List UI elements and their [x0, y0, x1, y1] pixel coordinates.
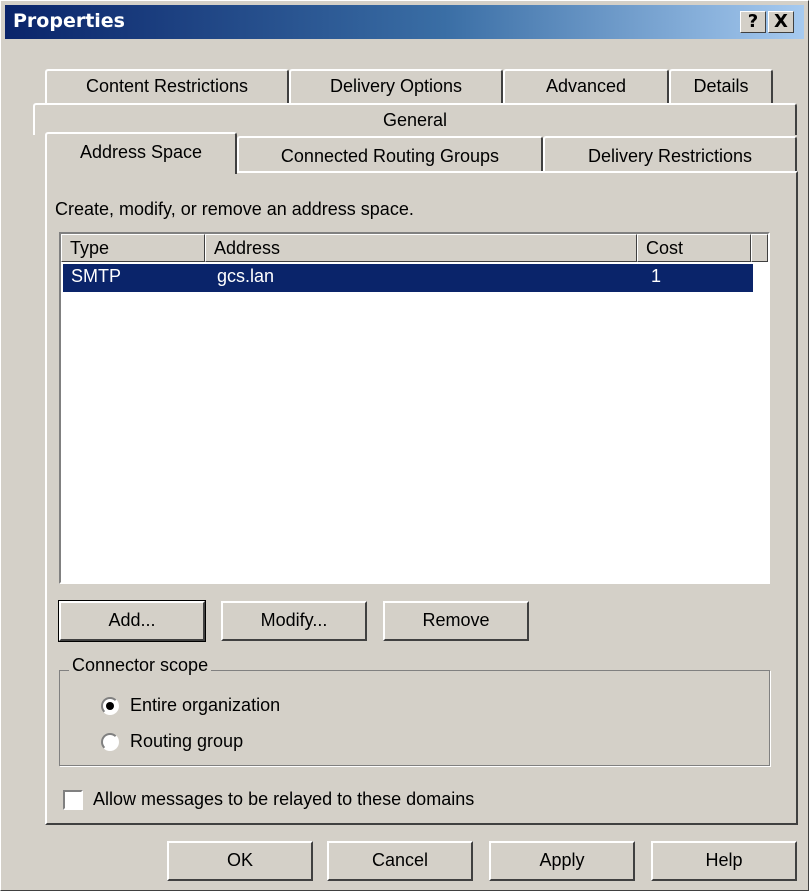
row-address: gcs.lan: [217, 266, 275, 286]
help-button[interactable]: Help: [651, 841, 797, 881]
add-button[interactable]: Add...: [58, 600, 206, 642]
tab-advanced[interactable]: Advanced: [503, 69, 669, 103]
modify-button[interactable]: Modify...: [221, 601, 367, 641]
cancel-button[interactable]: Cancel: [327, 841, 473, 881]
allow-relay-label[interactable]: Allow messages to be relayed to these do…: [93, 789, 474, 810]
row-cost: 1: [651, 266, 662, 286]
column-header-address[interactable]: Address: [205, 234, 637, 262]
connector-scope-label: Connector scope: [69, 655, 212, 676]
table-row[interactable]: SMTP gcs.lan 1: [63, 264, 753, 292]
title-bar[interactable]: Properties ? X: [5, 5, 804, 39]
entire-organization-label[interactable]: Entire organization: [130, 695, 280, 716]
address-space-list[interactable]: Type Address Cost SMTP gcs.lan 1: [59, 232, 770, 584]
row-type: SMTP: [71, 266, 122, 286]
allow-relay-checkbox[interactable]: [63, 790, 83, 810]
tab-delivery-restrictions[interactable]: Delivery Restrictions: [543, 136, 797, 172]
remove-button[interactable]: Remove: [383, 601, 529, 641]
column-header-type[interactable]: Type: [61, 234, 205, 262]
routing-group-radio[interactable]: [101, 733, 119, 751]
address-space-description: Create, modify, or remove an address spa…: [55, 199, 414, 219]
radio-selected-dot: [106, 702, 114, 710]
close-icon[interactable]: X: [768, 11, 794, 33]
entire-organization-radio[interactable]: [101, 697, 119, 715]
column-header-filler: [751, 234, 768, 262]
routing-group-label[interactable]: Routing group: [130, 731, 243, 752]
properties-dialog: Properties ? X Content Restrictions Deli…: [0, 0, 809, 891]
tab-connected-routing-groups[interactable]: Connected Routing Groups: [237, 136, 543, 172]
help-icon[interactable]: ?: [740, 11, 766, 33]
tab-general[interactable]: General: [33, 103, 797, 135]
column-header-cost[interactable]: Cost: [637, 234, 751, 262]
tab-delivery-options[interactable]: Delivery Options: [289, 69, 503, 103]
apply-button[interactable]: Apply: [489, 841, 635, 881]
tab-address-space[interactable]: Address Space: [45, 132, 237, 174]
tab-details[interactable]: Details: [669, 69, 773, 103]
window-title: Properties: [13, 10, 125, 32]
tab-content-restrictions[interactable]: Content Restrictions: [45, 69, 289, 103]
ok-button[interactable]: OK: [167, 841, 313, 881]
